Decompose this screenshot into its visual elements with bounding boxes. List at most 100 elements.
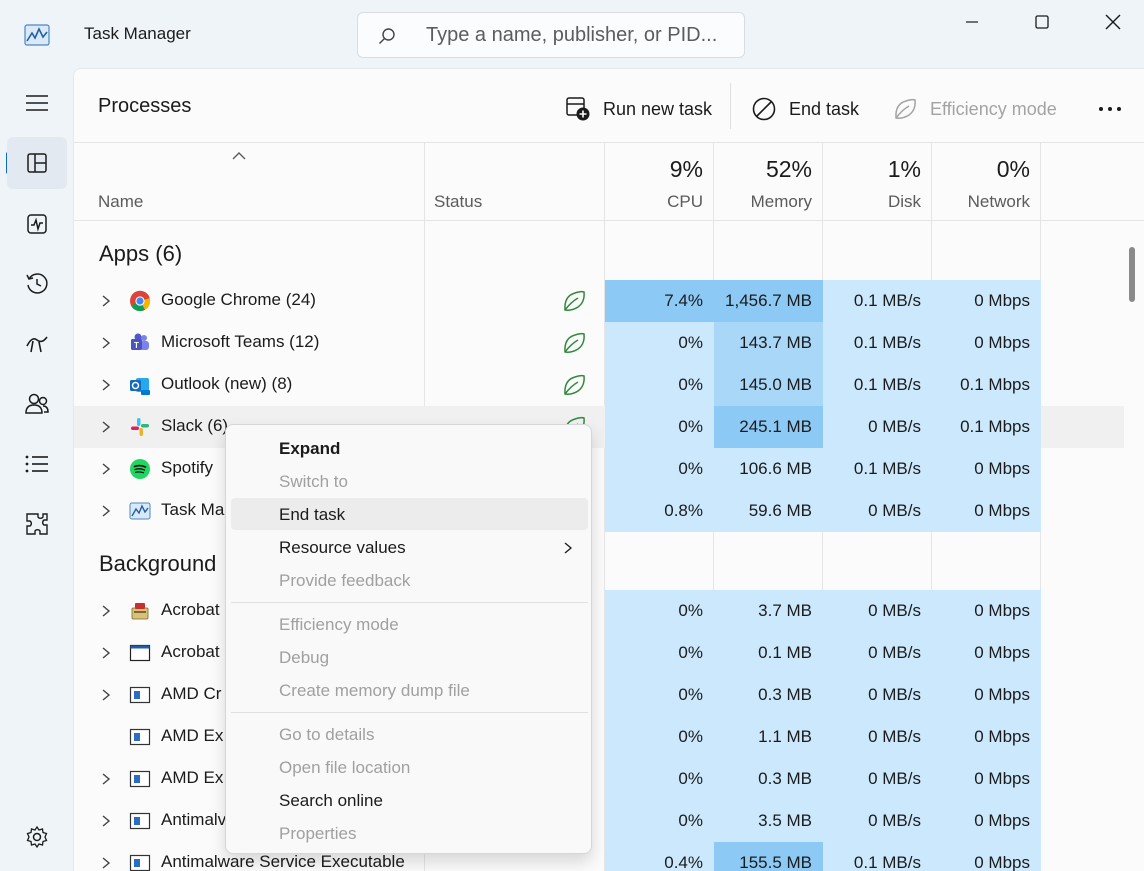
process-row[interactable]: T Microsoft Teams (12) 0% 143.7 MB 0.1 M… [74,322,1124,364]
search-input[interactable] [426,21,726,49]
network-cell: 0 Mbps [932,716,1041,758]
search-box[interactable] [357,12,745,58]
nav-performance[interactable] [7,198,67,250]
end-task-button[interactable]: End task [751,93,859,125]
nav-details[interactable] [7,438,67,490]
slack-icon [131,418,149,436]
minimize-button[interactable] [949,0,995,44]
nav-settings[interactable] [7,811,67,863]
memory-cell: 0.3 MB [714,674,823,716]
chevron-right-icon[interactable] [101,421,111,433]
cpu-cell: 0% [605,448,714,490]
memory-cell: 145.0 MB [714,364,823,406]
chevron-right-icon[interactable] [101,337,111,349]
task-manager-icon [129,502,151,520]
nav-startup-apps[interactable] [7,318,67,370]
nav-menu-button[interactable] [7,77,67,129]
window-title: Task Manager [84,24,191,43]
network-cell: 0 Mbps [932,590,1041,632]
chevron-right-icon[interactable] [101,463,111,475]
cpu-cell: 0% [605,590,714,632]
disk-total: 1% [887,156,921,182]
cpu-cell: 7.4% [605,280,714,322]
cpu-cell: 0% [605,632,714,674]
nav-app-history[interactable] [7,258,67,310]
menu-item-efficiency-mode[interactable]: Efficiency mode [231,608,588,640]
group-header-background: Background [99,551,217,576]
efficiency-leaf-icon [564,332,585,353]
memory-cell: 3.5 MB [714,800,823,842]
run-new-task-icon [566,97,590,121]
memory-cell: 245.1 MB [714,406,823,448]
menu-item-create-memory-dump[interactable]: Create memory dump file [231,674,588,706]
vertical-scrollbar[interactable] [1129,247,1135,302]
menu-item-provide-feedback[interactable]: Provide feedback [231,564,588,596]
disk-cell: 0.1 MB/s [823,322,932,364]
chevron-right-icon[interactable] [101,505,111,517]
chevron-right-icon[interactable] [101,773,111,785]
process-name: Spotify [161,458,213,477]
chevron-right-icon[interactable] [101,689,111,701]
chevron-right-icon[interactable] [101,605,111,617]
column-header-memory[interactable]: Memory [751,192,812,212]
column-header-name[interactable]: Name [98,192,143,212]
maximize-button[interactable] [1019,0,1065,44]
cpu-cell: 0% [605,758,714,800]
process-name: AMD Ex [161,768,224,787]
cpu-total: 9% [669,156,703,182]
efficiency-mode-button[interactable]: Efficiency mode [892,93,1057,125]
column-header-cpu[interactable]: CPU [667,192,703,212]
disk-cell: 0 MB/s [823,406,932,448]
nav-users[interactable] [7,378,67,430]
menu-item-search-online[interactable]: Search online [231,784,588,816]
column-header-network[interactable]: Network [968,192,1030,212]
sort-ascending-icon [232,152,246,160]
close-button[interactable] [1090,0,1136,44]
memory-cell: 1.1 MB [714,716,823,758]
chevron-right-icon[interactable] [101,379,111,391]
disk-cell: 0.1 MB/s [823,448,932,490]
menu-item-resource-values[interactable]: Resource values [231,531,588,563]
chevron-right-icon[interactable] [101,647,111,659]
outlook-icon [130,378,150,395]
run-new-task-button[interactable]: Run new task [565,93,712,125]
memory-cell: 59.6 MB [714,490,823,532]
leaf-icon [895,98,916,119]
nav-processes[interactable] [7,137,67,189]
acrobat-updater-icon [131,603,149,620]
processes-icon [27,153,47,173]
cpu-cell: 0% [605,322,714,364]
chevron-right-icon[interactable] [101,295,111,307]
service-window-icon [129,812,151,830]
submenu-chevron-icon [564,542,572,554]
memory-cell: 143.7 MB [714,322,823,364]
column-header-disk[interactable]: Disk [888,192,921,212]
page-title: Processes [98,95,192,117]
network-cell: 0 Mbps [932,632,1041,674]
end-task-label: End task [789,98,860,119]
disk-cell: 0 MB/s [823,590,932,632]
cpu-cell: 0.4% [605,842,714,871]
chevron-right-icon[interactable] [101,815,111,827]
teams-icon: T [131,333,149,350]
process-row[interactable]: Google Chrome (24) 7.4% 1,456.7 MB 0.1 M… [74,280,1124,322]
menu-item-properties[interactable]: Properties [231,817,588,849]
menu-item-go-to-details[interactable]: Go to details [231,718,588,750]
cpu-cell: 0% [605,800,714,842]
process-row[interactable]: Outlook (new) (8) 0% 145.0 MB 0.1 MB/s 0… [74,364,1124,406]
end-task-icon [752,97,776,121]
menu-item-expand[interactable]: Expand [231,432,588,464]
process-name: Acrobat [161,642,220,661]
menu-item-switch-to[interactable]: Switch to [231,465,588,497]
menu-item-open-file-location[interactable]: Open file location [231,751,588,783]
disk-cell: 0.1 MB/s [823,280,932,322]
disk-cell: 0 MB/s [823,716,932,758]
chevron-right-icon[interactable] [101,857,111,869]
nav-services[interactable] [7,498,67,550]
cpu-cell: 0% [605,364,714,406]
column-header-status[interactable]: Status [434,192,482,212]
menu-item-end-task[interactable]: End task [231,498,588,530]
more-options-icon[interactable] [1096,95,1124,123]
process-name: Outlook (new) (8) [161,374,293,393]
menu-item-debug[interactable]: Debug [231,641,588,673]
